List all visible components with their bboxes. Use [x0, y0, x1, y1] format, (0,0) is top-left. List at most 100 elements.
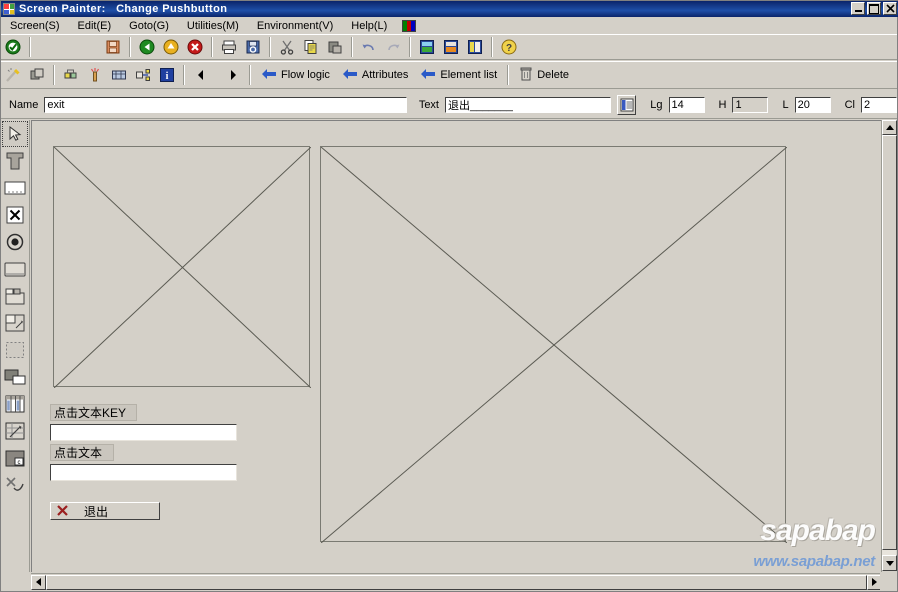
previous-arrow-icon[interactable] [190, 64, 212, 86]
screen-input-text[interactable] [50, 464, 237, 481]
scroll-up-button[interactable] [882, 120, 897, 135]
exit-yellow-icon[interactable] [160, 36, 182, 58]
custom-control-tool-icon[interactable] [2, 418, 28, 444]
title-bar: Screen Painter: Change Pushbutton [1, 1, 898, 17]
menu-edit[interactable]: Edit(E) [69, 19, 121, 33]
screen-input-key[interactable] [50, 424, 237, 441]
cut-scissors-icon[interactable] [276, 36, 298, 58]
input-output-field-tool-icon[interactable] [2, 175, 28, 201]
cl-input[interactable] [861, 96, 897, 113]
step-loop-tool-icon[interactable] [2, 364, 28, 390]
layout-color-icon[interactable] [402, 19, 417, 32]
horizontal-scroll-track[interactable] [46, 574, 867, 590]
menu-environment[interactable]: Environment(V) [248, 19, 342, 33]
left-arrow-icon [420, 68, 436, 83]
confirm-check-icon[interactable] [2, 36, 24, 58]
layout-green-icon[interactable] [416, 36, 438, 58]
vertical-scroll-track[interactable] [882, 135, 897, 555]
trash-icon [519, 66, 533, 85]
svg-text:c: c [18, 460, 21, 466]
watermark-url: www.sapabap.net [753, 553, 875, 570]
red-x-icon [57, 504, 68, 518]
print-icon[interactable] [218, 36, 240, 58]
layout-orange-icon[interactable] [440, 36, 462, 58]
left-arrow-icon [342, 68, 358, 83]
screen-canvas[interactable]: 点击文本KEY 点击文本 退出 sapabap www.sapabap.net [31, 120, 883, 572]
information-icon[interactable]: i [156, 64, 178, 86]
delete-label: Delete [537, 69, 570, 81]
svg-text:?: ? [506, 43, 512, 54]
horizontal-scroll-thumb[interactable] [46, 574, 867, 590]
name-label: Name [9, 98, 39, 111]
highlight-icon[interactable] [84, 64, 106, 86]
h-label: H [718, 98, 727, 111]
list-picker-icon[interactable] [617, 94, 637, 115]
graphical-layout-icon[interactable] [26, 64, 48, 86]
flow-logic-button[interactable]: Flow logic [261, 68, 330, 83]
screen-label-key[interactable]: 点击文本KEY [50, 404, 137, 421]
pointer-tool-icon[interactable] [2, 121, 28, 147]
screen-attributes-icon[interactable] [108, 64, 130, 86]
subscreen-tool-icon[interactable] [2, 310, 28, 336]
menu-help[interactable]: Help(L) [342, 19, 396, 33]
box-tool-icon[interactable] [2, 337, 28, 363]
window-title: Screen Painter: Change Pushbutton [19, 3, 228, 15]
menu-utilities[interactable]: Utilities(M) [178, 19, 248, 33]
paste-icon[interactable] [324, 36, 346, 58]
scroll-left-button[interactable] [31, 574, 46, 590]
close-button[interactable] [883, 2, 897, 15]
vertical-scrollbar[interactable] [881, 120, 897, 572]
menu-screen[interactable]: Screen(S) [1, 19, 69, 33]
status-icon-tool-icon[interactable]: c [2, 445, 28, 471]
text-field-tool-icon[interactable] [2, 148, 28, 174]
redo-icon[interactable] [382, 36, 404, 58]
screen-label-text[interactable]: 点击文本 [50, 444, 114, 461]
undo-icon[interactable] [358, 36, 380, 58]
scrollbar-corner [880, 573, 896, 590]
menu-goto[interactable]: Goto(G) [120, 19, 178, 33]
element-list-button[interactable]: Element list [420, 68, 497, 83]
help-question-icon[interactable]: ? [498, 36, 520, 58]
group-elements-icon[interactable] [60, 64, 82, 86]
svg-text:i: i [166, 71, 169, 82]
menu-bar: Screen(S) Edit(E) Goto(G) Utilities(M) E… [1, 17, 897, 34]
sap-logo-icon [3, 3, 15, 15]
text-input[interactable] [445, 96, 612, 113]
h-input[interactable] [732, 96, 769, 113]
element-property-bar: Name Text Lg H L Cl [1, 91, 897, 119]
attributes-button[interactable]: Attributes [342, 68, 408, 83]
vertical-scroll-thumb[interactable] [882, 135, 897, 550]
element-link-icon[interactable] [132, 64, 154, 86]
magic-wand-icon[interactable] [2, 64, 24, 86]
radio-button-tool-icon[interactable] [2, 229, 28, 255]
watermark-logo: sapabap [760, 514, 876, 547]
scroll-down-button[interactable] [882, 555, 897, 571]
screen-painter-window: Screen Painter: Change Pushbutton Screen… [0, 0, 898, 592]
save-icon[interactable] [102, 36, 124, 58]
screen-exit-button[interactable]: 退出 [50, 502, 160, 520]
subscreen-placeholder-right[interactable] [320, 146, 787, 543]
table-control-tool-icon[interactable] [2, 391, 28, 417]
l-input[interactable] [794, 96, 831, 113]
left-arrow-icon [261, 68, 277, 83]
subscreen-placeholder-left[interactable] [53, 146, 311, 388]
standard-toolbar: ? [1, 34, 897, 60]
next-arrow-icon[interactable] [222, 64, 244, 86]
horizontal-scrollbar[interactable] [31, 573, 882, 590]
checkbox-tool-icon[interactable] [2, 202, 28, 228]
maximize-button[interactable] [867, 2, 881, 15]
element-list-label: Element list [440, 69, 498, 81]
delete-button[interactable]: Delete [519, 66, 569, 85]
minimize-button[interactable] [851, 2, 865, 15]
cl-label: Cl [844, 98, 855, 111]
name-input[interactable] [44, 96, 407, 113]
copy-icon[interactable] [300, 36, 322, 58]
misc-tool-icon[interactable] [2, 472, 28, 498]
find-icon[interactable] [242, 36, 264, 58]
layout-blue-icon[interactable] [464, 36, 486, 58]
lg-input[interactable] [668, 96, 705, 113]
tabstrip-tool-icon[interactable] [2, 283, 28, 309]
pushbutton-tool-icon[interactable] [2, 256, 28, 282]
cancel-red-icon[interactable] [184, 36, 206, 58]
back-green-icon[interactable] [136, 36, 158, 58]
